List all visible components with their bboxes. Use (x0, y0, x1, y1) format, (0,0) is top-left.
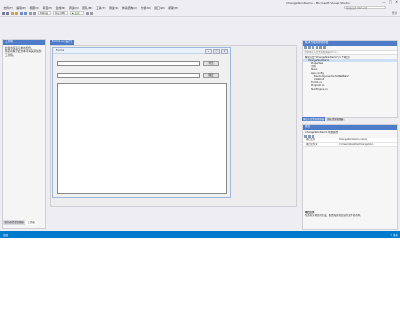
ok-button[interactable]: 确定 (203, 73, 219, 78)
new-project-icon[interactable] (10, 11, 14, 15)
form-title: Form1 (56, 49, 65, 52)
toolbox-empty-text: 此组中没有可用的控件。 将某项拖至此文本可将其添加到工具箱。 (3, 45, 45, 60)
sign-in-link[interactable]: 登录 (392, 11, 397, 15)
property-description: 项目文件 包含有关项目的生成、配置和其他信息的文件的名称。 (305, 211, 362, 218)
undo-icon[interactable] (28, 11, 32, 15)
menu-tools[interactable]: 工具(T) (96, 6, 106, 10)
save-all-icon[interactable] (24, 11, 27, 15)
close-button[interactable]: ✕ (395, 0, 398, 4)
sync-icon[interactable] (307, 46, 311, 49)
form-window[interactable]: Form1 – □ × 浏览 确定 (52, 47, 231, 198)
properties-icon[interactable] (323, 46, 326, 49)
form-maximize-button[interactable]: □ (213, 48, 220, 54)
visual-studio-window: ChangeSkinDemo - Microsoft Visual Studio… (0, 0, 400, 238)
tree-node[interactable]: SkinEngine.cs (303, 88, 397, 91)
menu-build[interactable]: 生成(B) (56, 6, 66, 10)
menu-project[interactable]: 项目(P) (43, 6, 52, 10)
solution-tree: 解决方案“ChangeSkinDemo”(1 个项目) ChangeSkinDem… (303, 55, 397, 91)
textbox-1[interactable] (57, 61, 200, 66)
menu-help[interactable]: 帮助(H) (168, 6, 178, 10)
format-icon[interactable] (85, 11, 89, 15)
minimize-button[interactable]: — (382, 0, 386, 4)
show-all-icon[interactable] (319, 46, 322, 49)
window-title: ChangeSkinDemo - Microsoft Visual Studio (286, 0, 350, 5)
window-controls: — □ ✕ (382, 0, 398, 4)
status-text: 就绪 (3, 233, 9, 237)
back-icon[interactable] (1, 11, 5, 15)
refresh-icon[interactable] (311, 46, 315, 49)
main-toolbar: Debug Any CPU ▶ 启动 (0, 10, 400, 17)
menu-architecture[interactable]: 体系结构(C) (122, 6, 137, 10)
configuration-dropdown[interactable]: Debug (38, 11, 51, 15)
property-key: 项目文件夹 (306, 142, 318, 146)
home-icon[interactable] (304, 46, 307, 49)
tab-form1-design[interactable]: Form1.cs [设计] (50, 40, 74, 45)
form-controls: – □ × (205, 48, 228, 54)
property-value: C:\Users\Desktop\ChangeSkin (339, 142, 374, 146)
menu-debug[interactable]: 调试(D) (69, 6, 79, 10)
form-minimize-button[interactable]: – (205, 48, 212, 54)
menu-edit[interactable]: 编辑(E) (16, 6, 26, 10)
textbox-2[interactable] (57, 73, 200, 78)
publish-button[interactable]: ↑ 发布 (390, 233, 398, 237)
listbox[interactable] (57, 83, 227, 194)
menu-window[interactable]: 窗口(W) (154, 6, 165, 10)
quick-launch-input[interactable]: 快速启动 (Ctrl+Q) (344, 5, 386, 10)
platform-dropdown[interactable]: Any CPU (53, 11, 68, 15)
tab-server-explorer[interactable]: 服务器资源管理器 (3, 220, 26, 225)
align-icon[interactable] (90, 11, 93, 15)
menu-test[interactable]: 测试(S) (109, 6, 119, 10)
browse-button[interactable]: 浏览 (203, 61, 219, 66)
save-icon[interactable] (19, 11, 23, 15)
left-bottom-tabs: 服务器资源管理器 工具箱 (3, 220, 37, 225)
tab-solution-explorer[interactable]: 解决方案资源管理器 (302, 117, 326, 122)
tab-toolbox[interactable]: 工具箱 (26, 220, 37, 225)
form-close-button[interactable]: × (221, 48, 228, 54)
menu-view[interactable]: 视图(V) (29, 6, 39, 10)
form-title-bar: Form1 – □ × (53, 48, 230, 54)
status-bar: 就绪 ↑ 发布 (0, 231, 400, 238)
forward-icon[interactable] (6, 11, 9, 15)
collapse-icon[interactable] (315, 46, 319, 49)
document-tabs: Form1.cs [设计] (50, 40, 74, 45)
property-description-text: 包含有关项目的生成、配置和其他信息的文件的名称。 (305, 214, 363, 218)
toolbox-line: 将某项拖至此文本可将其添加到工具箱。 (5, 50, 42, 57)
start-button[interactable]: ▶ 启动 (70, 11, 84, 15)
menu-file[interactable]: 文件(F) (4, 6, 13, 10)
menu-team[interactable]: 团队(M) (82, 6, 92, 10)
redo-icon[interactable] (33, 11, 36, 15)
menu-analyze[interactable]: 分析(N) (141, 6, 151, 10)
properties-panel: 属性 ChangeSkinDemo 项目属性 项目文件 ChangeSkinDe… (302, 124, 398, 230)
property-value: ChangeSkinDemo.csproj (339, 138, 368, 142)
tab-team-explorer[interactable]: 团队资源管理器 (326, 117, 345, 122)
property-row[interactable]: 项目文件夹 C:\Users\Desktop\ChangeSkin (303, 142, 397, 147)
open-icon[interactable] (15, 11, 18, 15)
right-panel-tabs: 解决方案资源管理器 团队资源管理器 (302, 117, 345, 122)
toolbox-panel: 工具箱 此组中没有可用的控件。 将某项拖至此文本可将其添加到工具箱。 (2, 39, 46, 229)
solution-explorer-panel: 解决方案资源管理器 搜索解决方案资源管理器(Ctrl+;) 解决方案“Chang… (302, 40, 398, 118)
property-key: 项目文件 (306, 138, 316, 142)
maximize-button[interactable]: □ (389, 0, 392, 4)
